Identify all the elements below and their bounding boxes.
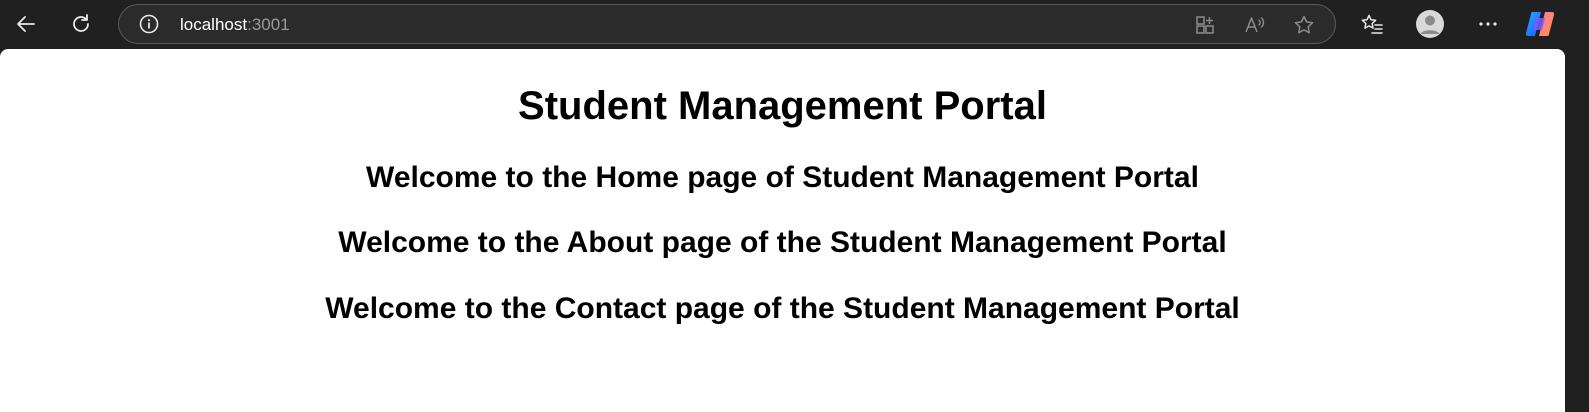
home-heading: Welcome to the Home page of Student Mana… <box>366 161 1199 194</box>
profile-button[interactable] <box>1412 6 1448 42</box>
page-viewport: Student Management Portal Welcome to the… <box>0 49 1565 412</box>
more-options-button[interactable] <box>1470 6 1506 42</box>
url-host: localhost <box>180 15 248 34</box>
contact-heading: Welcome to the Contact page of the Stude… <box>325 292 1240 325</box>
url-port: :3001 <box>247 15 290 34</box>
app-available-icon[interactable] <box>1194 14 1216 36</box>
refresh-button[interactable] <box>63 6 99 42</box>
ellipsis-icon <box>1476 12 1500 36</box>
read-aloud-icon[interactable] <box>1243 14 1265 36</box>
favorites-list-icon <box>1360 12 1384 36</box>
avatar-icon <box>1415 9 1445 39</box>
arrow-left-icon <box>14 12 38 36</box>
browser-toolbar: localhost:3001 <box>0 0 1589 49</box>
address-bar[interactable]: localhost:3001 <box>118 4 1336 44</box>
favorites-button[interactable] <box>1354 6 1390 42</box>
copilot-button[interactable] <box>1524 8 1556 40</box>
about-heading: Welcome to the About page of the Student… <box>338 226 1227 259</box>
refresh-icon <box>69 12 93 36</box>
site-info-icon[interactable] <box>139 14 159 34</box>
url-text[interactable]: localhost:3001 <box>180 14 290 36</box>
favorite-star-icon[interactable] <box>1293 14 1315 36</box>
back-button[interactable] <box>8 6 44 42</box>
page-title: Student Management Portal <box>518 84 1047 128</box>
copilot-icon <box>1524 12 1556 44</box>
